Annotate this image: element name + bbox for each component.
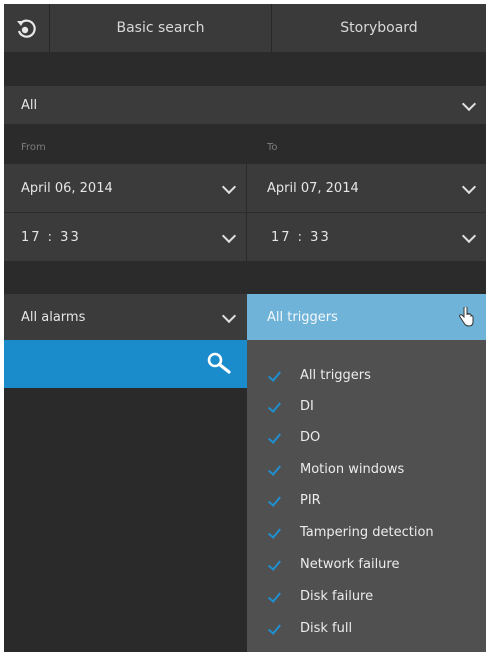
trigger-label: Tampering detection [300, 524, 434, 540]
trigger-label: All triggers [300, 367, 371, 383]
chevron-down-icon [221, 179, 237, 195]
checkmark-icon [267, 525, 282, 539]
triggers-dropdown[interactable]: All triggers [247, 294, 486, 340]
to-label: To [267, 142, 278, 153]
from-time-value: 17 : 33 [21, 229, 81, 245]
range-labels-band: From To [4, 124, 486, 164]
trigger-label: PIR [300, 492, 321, 508]
from-date-value: April 06, 2014 [21, 180, 113, 196]
trigger-item-di[interactable]: DI [247, 391, 486, 421]
tab-basic-search[interactable]: Basic search [50, 4, 272, 52]
chevron-down-icon [461, 179, 477, 195]
trigger-label: Disk full [300, 620, 353, 636]
search-button[interactable] [4, 340, 247, 388]
trigger-label: DO [300, 429, 321, 445]
scope-select-value: All [21, 97, 38, 113]
from-date-select[interactable]: April 06, 2014 [4, 164, 246, 212]
results-area [4, 388, 247, 652]
trigger-label: DI [300, 398, 314, 414]
cursor-hand-icon [459, 307, 474, 327]
search-icon [207, 352, 231, 374]
trigger-item-motion-windows[interactable]: Motion windows [247, 454, 486, 484]
rotate-camera-icon-svg [16, 19, 36, 38]
scope-select[interactable]: All [4, 86, 486, 124]
alarms-select[interactable]: All alarms [4, 294, 247, 340]
to-time-select[interactable]: 17 : 33 [247, 213, 486, 261]
time-row: 17 : 33 17 : 33 [4, 213, 486, 261]
checkmark-icon [267, 557, 282, 571]
trigger-item-tampering-detection[interactable]: Tampering detection [247, 517, 486, 547]
date-row: April 06, 2014 April 07, 2014 [4, 164, 486, 212]
checkmark-icon [267, 589, 282, 603]
checkmark-icon [267, 493, 282, 507]
rotate-camera-icon[interactable] [4, 4, 50, 52]
triggers-dropdown-value: All triggers [267, 309, 338, 325]
from-time-select[interactable]: 17 : 33 [4, 213, 246, 261]
checkmark-icon [267, 368, 282, 382]
trigger-label: Disk failure [300, 588, 374, 604]
tab-storyboard[interactable]: Storyboard [272, 4, 486, 52]
chevron-down-icon [461, 228, 477, 244]
trigger-item-disk-full[interactable]: Disk full [247, 613, 486, 643]
trigger-item-all-triggers[interactable]: All triggers [247, 360, 486, 390]
to-time-value: 17 : 33 [271, 229, 331, 245]
alarms-select-value: All alarms [21, 309, 86, 325]
spacer [4, 261, 486, 294]
trigger-item-do[interactable]: DO [247, 422, 486, 452]
checkmark-icon [267, 621, 282, 635]
triggers-list: All triggers DI DO Motion windows PIR Ta… [247, 340, 486, 652]
checkmark-icon [267, 399, 282, 413]
trigger-label: Network failure [300, 556, 400, 572]
from-label: From [21, 142, 46, 153]
spacer [4, 52, 486, 86]
to-date-value: April 07, 2014 [267, 180, 359, 196]
top-bar: Basic search Storyboard [4, 4, 486, 52]
trigger-item-disk-failure[interactable]: Disk failure [247, 581, 486, 611]
checkmark-icon [267, 462, 282, 476]
trigger-item-pir[interactable]: PIR [247, 485, 486, 515]
chevron-down-icon [221, 228, 237, 244]
trigger-label: Motion windows [300, 461, 405, 477]
to-date-select[interactable]: April 07, 2014 [247, 164, 486, 212]
app-window: Basic search Storyboard All From To Apri… [4, 4, 486, 652]
trigger-item-network-failure[interactable]: Network failure [247, 549, 486, 579]
checkmark-icon [267, 430, 282, 444]
